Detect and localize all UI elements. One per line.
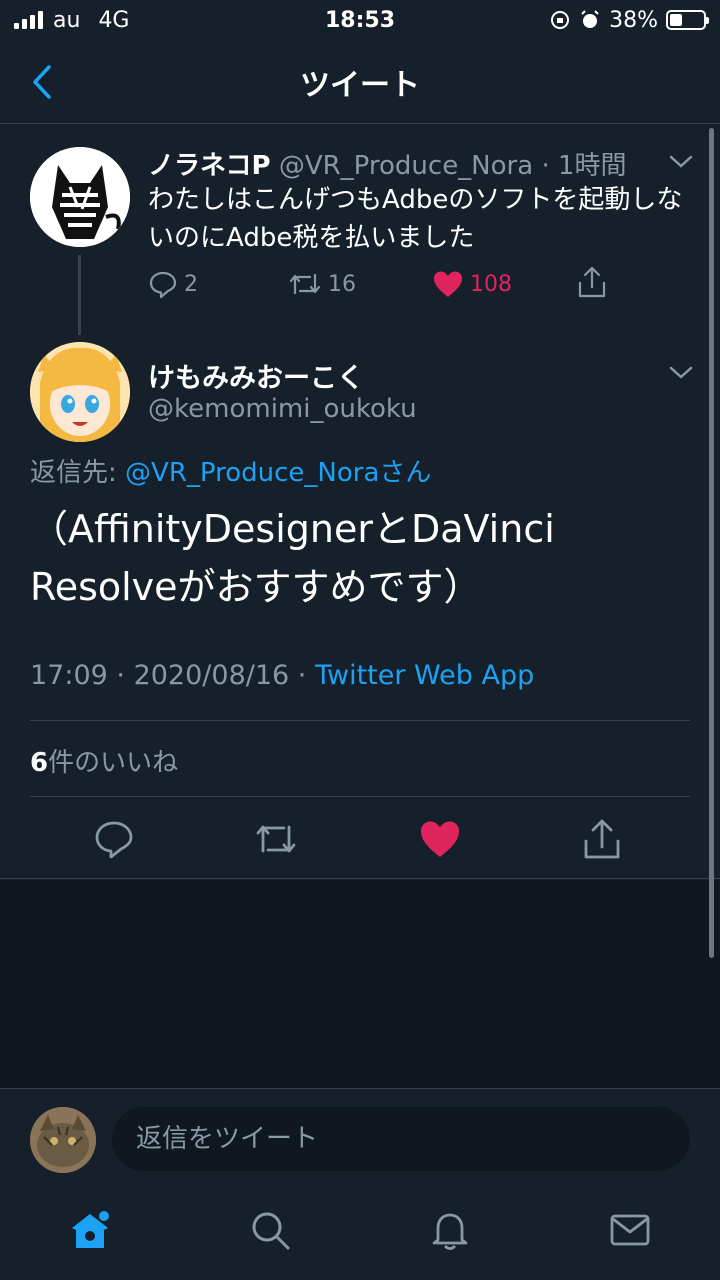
scrollbar[interactable] [709,128,714,958]
tab-notifications[interactable] [428,1208,472,1252]
tweet-text: わたしはこんげつもAdbeのソフトを起動しないのにAdbe税を払いました [148,185,683,253]
retweet-count: 16 [328,271,356,297]
retweet-button[interactable] [254,817,298,861]
reply-input[interactable] [112,1107,690,1171]
tweet-text: （AffinityDesignerとDaVinci Resolveがおすすめです… [30,507,555,609]
mail-icon [610,1214,650,1246]
back-button[interactable] [22,62,62,102]
reply-icon [95,821,133,859]
share-button[interactable] [580,817,624,861]
display-name[interactable]: ノラネコP [148,151,271,181]
share-icon [584,819,620,859]
like-count: 108 [470,271,512,297]
network-type: 4G [98,7,130,33]
avatar[interactable] [30,342,130,442]
page-title: ツイート [300,67,420,103]
reply-mention-link[interactable]: @VR_Produce_Noraさん [125,458,431,488]
tab-messages[interactable] [608,1208,652,1252]
reply-to-line: 返信先: @VR_Produce_Noraさん [30,452,431,489]
divider [30,720,690,721]
reply-to-label: 返信先: [30,458,126,488]
reply-compose-bar [0,1088,720,1188]
main-tweet-actions [0,815,720,879]
like-button[interactable]: 108 [432,269,512,299]
retweet-icon [289,273,321,295]
likes-summary[interactable]: 6件のいいね [30,742,178,779]
likes-label: 件のいいね [48,748,179,778]
reply-button[interactable] [92,817,136,861]
nav-bar: ツイート [0,40,720,124]
alarm-icon [581,10,599,28]
status-bar: au 4G 18:53 38% [0,0,720,40]
tab-bar [0,1188,720,1280]
tweet-header: ノラネコP @VR_Produce_Nora · 1時間 [148,145,658,182]
share-button[interactable] [576,265,608,299]
clock: 18:53 [324,7,396,33]
tweet-date: 2020/08/16 [133,660,290,691]
user-handle: @VR_Produce_Nora [278,151,534,181]
retweet-button[interactable]: 16 [288,269,356,299]
empty-area [0,880,720,1088]
divider [30,796,690,797]
tweet-time: 17:09 [30,660,108,691]
main-tweet-header: けもみみおーこく @kemomimi_oukoku [0,340,720,450]
chevron-down-icon[interactable] [666,147,696,177]
tweet-actions: 2 16 108 [148,265,628,305]
like-button[interactable] [418,817,462,861]
display-name[interactable]: けもみみおーこく [148,356,364,395]
reply-button[interactable]: 2 [148,269,198,299]
bell-icon [432,1213,468,1250]
carrier: au [53,7,81,33]
meta-separator: · [297,660,315,691]
home-icon [72,1211,109,1248]
avatar[interactable] [30,1107,96,1173]
battery-percent: 38% [609,7,658,33]
reply-icon [149,271,177,299]
source-app-link[interactable]: Twitter Web App [315,660,534,691]
reply-count: 2 [184,271,198,297]
parent-tweet[interactable]: ノラネコP @VR_Produce_Nora · 1時間 わたしはこんげつもAd… [0,125,720,335]
tab-home[interactable] [68,1208,112,1252]
retweet-icon [256,825,296,853]
heart-icon [434,271,462,297]
heart-icon [421,821,459,857]
like-total: 6 [30,748,49,778]
signal-icon [14,11,43,29]
orientation-lock-icon [551,11,570,29]
tweet-meta: 17:09 · 2020/08/16 · Twitter Web App [30,660,534,691]
chevron-left-icon [33,65,51,99]
chevron-down-icon[interactable] [666,358,696,388]
search-icon [252,1212,290,1250]
tweet-time: · 1時間 [541,151,627,181]
tab-search[interactable] [248,1208,292,1252]
meta-separator: · [116,660,134,691]
thread-line [78,255,81,335]
share-icon [578,266,606,298]
user-handle: @kemomimi_oukoku [148,394,417,424]
battery-icon [666,10,709,30]
avatar[interactable] [30,147,130,247]
